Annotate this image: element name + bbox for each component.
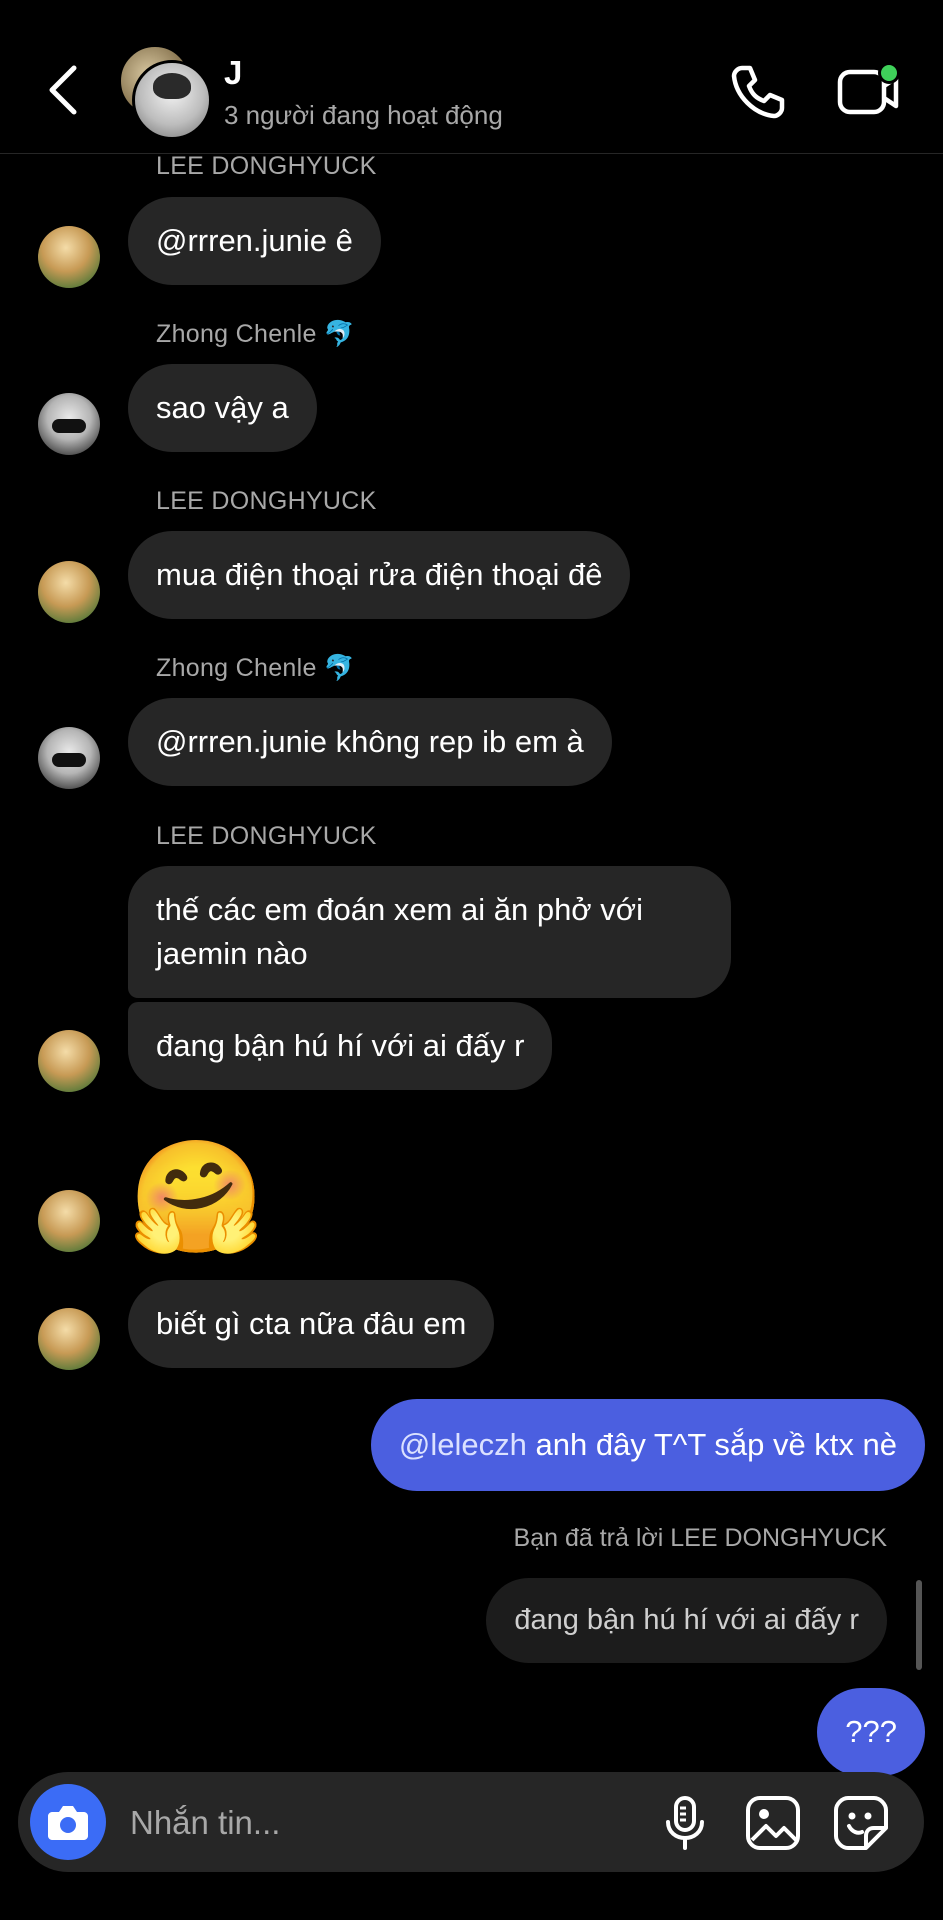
message-input[interactable] <box>128 1800 532 1846</box>
chat-title[interactable]: J <box>224 54 242 92</box>
my-message-bubble[interactable]: ??? <box>817 1688 925 1776</box>
sender-name: LEE DONGHYUCK <box>156 822 377 850</box>
avatar[interactable] <box>38 1190 100 1252</box>
message-bubble[interactable]: @rrren.junie không rep ib em à <box>128 698 612 786</box>
gallery-icon <box>746 1796 800 1850</box>
back-button[interactable] <box>44 62 84 118</box>
sender-name: Zhong Chenle 🐬 <box>156 654 356 682</box>
gallery-button[interactable] <box>744 1794 802 1852</box>
active-status: 3 người đang hoạt động <box>224 100 503 130</box>
message-bubble[interactable]: sao vậy a <box>128 364 317 452</box>
camera-icon <box>48 1806 88 1840</box>
avatar[interactable] <box>38 393 100 455</box>
reply-note: Bạn đã trả lời LEE DONGHYUCK <box>513 1524 887 1552</box>
avatar[interactable] <box>38 727 100 789</box>
mention[interactable]: @leleczh <box>399 1427 527 1462</box>
message-bubble[interactable]: mua điện thoại rửa điện thoại đê <box>128 531 631 619</box>
message-bubble[interactable]: thế các em đoán xem ai ăn phở với jaemin… <box>128 866 731 998</box>
audio-call-button[interactable] <box>728 62 788 122</box>
sender-name: LEE DONGHYUCK <box>156 487 377 515</box>
reply-quote[interactable]: đang bận hú hí với ai đấy r <box>486 1578 887 1663</box>
back-arrow-icon <box>49 65 77 115</box>
avatar[interactable] <box>38 561 100 623</box>
voice-button[interactable] <box>656 1794 714 1852</box>
my-message-text: anh đây T^T sắp về ktx nè <box>526 1427 898 1462</box>
chat-header: J 3 người đang hoạt động <box>0 0 943 154</box>
message-bubble[interactable]: đang bận hú hí với ai đấy r <box>128 1002 553 1090</box>
sticker-icon <box>834 1796 888 1850</box>
message-composer <box>18 1772 924 1872</box>
message-bubble[interactable]: biết gì cta nữa đâu em <box>128 1280 495 1368</box>
avatar[interactable] <box>38 1030 100 1092</box>
phone-icon <box>731 65 785 119</box>
sender-name: Zhong Chenle 🐬 <box>156 320 356 348</box>
online-indicator <box>878 62 900 84</box>
avatar[interactable] <box>38 1308 100 1370</box>
sticker-button[interactable] <box>832 1794 890 1852</box>
message-bubble[interactable]: @rrren.junie ê <box>128 197 381 285</box>
sender-name: LEE DONGHYUCK <box>156 152 377 180</box>
scrollbar[interactable] <box>916 1580 922 1670</box>
microphone-icon <box>666 1796 704 1850</box>
my-message-bubble[interactable]: @leleczh anh đây T^T sắp về ktx nè <box>370 1399 925 1491</box>
group-avatar[interactable] <box>118 44 212 140</box>
emoji-message[interactable]: 🤗 <box>128 1132 265 1262</box>
camera-button[interactable] <box>30 1784 106 1860</box>
avatar[interactable] <box>38 226 100 288</box>
group-avatar-front <box>132 60 212 140</box>
